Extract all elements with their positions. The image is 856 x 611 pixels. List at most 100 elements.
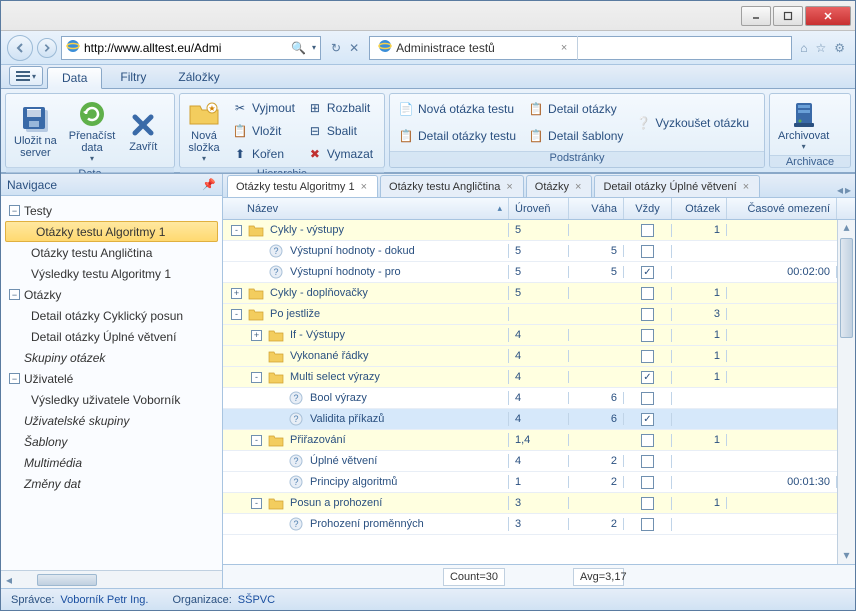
search-icon[interactable]: 🔍	[291, 41, 306, 55]
new-question-button[interactable]: 📄Nová otázka testu	[392, 98, 522, 120]
row-toggle-icon[interactable]: -	[231, 225, 242, 236]
browser-tab[interactable]: Administrace testů ×	[370, 36, 578, 60]
nav-category[interactable]: Šablony	[1, 431, 222, 452]
delete-button[interactable]: ✖Vymazat	[301, 143, 379, 165]
tab-close-icon[interactable]: ×	[559, 42, 569, 54]
tab-close-icon[interactable]: ×	[573, 181, 583, 193]
save-to-server-button[interactable]: Uložit na server	[8, 96, 63, 165]
document-tab[interactable]: Otázky testu Algoritmy 1×	[227, 175, 378, 197]
try-question-button[interactable]: ❔Vyzkoušet otázku	[629, 112, 755, 134]
favorites-icon[interactable]: ☆	[815, 41, 826, 55]
nav-category[interactable]: −Uživatelé	[1, 368, 222, 389]
row-toggle-icon[interactable]: -	[231, 309, 242, 320]
document-tab[interactable]: Otázky×	[526, 175, 593, 197]
tab-filtry[interactable]: Filtry	[106, 66, 160, 88]
col-header-weight[interactable]: Váha	[569, 198, 624, 219]
forward-button[interactable]	[37, 38, 57, 58]
nav-item[interactable]: Výsledky uživatele Voborník	[1, 389, 222, 410]
row-toggle-icon[interactable]: -	[251, 372, 262, 383]
grid-folder-row[interactable]: Vykonané řádky41	[223, 346, 837, 367]
always-checkbox[interactable]	[641, 434, 654, 447]
grid-row[interactable]: ?Prohození proměnných32	[223, 514, 837, 535]
window-minimize-button[interactable]	[741, 6, 771, 26]
grid-folder-row[interactable]: -Přiřazování1,41	[223, 430, 837, 451]
nav-hscrollbar[interactable]: ◂	[1, 570, 222, 588]
status-org-name[interactable]: SŠPVC	[238, 594, 275, 606]
tab-close-icon[interactable]: ×	[504, 181, 514, 193]
nav-item[interactable]: Detail otázky Úplné větvení	[1, 326, 222, 347]
url-box[interactable]: 🔍 ▾	[61, 36, 321, 60]
grid-row[interactable]: ?Výstupní hodnoty - dokud55	[223, 241, 837, 262]
grid-vscrollbar[interactable]: ▴ ▾	[837, 220, 855, 564]
grid-folder-row[interactable]: +Cykly - doplňovačky51	[223, 283, 837, 304]
nav-item[interactable]: Detail otázky Cyklický posun	[1, 305, 222, 326]
nav-category[interactable]: Změny dat	[1, 473, 222, 494]
always-checkbox[interactable]	[641, 497, 654, 510]
always-checkbox[interactable]	[641, 245, 654, 258]
back-button[interactable]	[7, 35, 33, 61]
row-toggle-icon[interactable]: -	[251, 498, 262, 509]
refresh-icon[interactable]: ↻	[331, 41, 341, 55]
nav-category[interactable]: −Otázky	[1, 284, 222, 305]
pin-icon[interactable]: 📌	[202, 178, 216, 191]
always-checkbox[interactable]	[641, 224, 654, 237]
tabs-scroll-right-icon[interactable]: ▸	[845, 183, 851, 197]
grid-row[interactable]: ?Bool výrazy46	[223, 388, 837, 409]
always-checkbox[interactable]: ✓	[641, 266, 654, 279]
nav-item[interactable]: Otázky testu Algoritmy 1	[5, 221, 218, 242]
window-maximize-button[interactable]	[773, 6, 803, 26]
new-folder-button[interactable]: ★ Nová složka ▾	[182, 96, 226, 165]
tree-toggle-icon[interactable]: −	[9, 205, 20, 216]
grid-folder-row[interactable]: -Po jestliže3	[223, 304, 837, 325]
always-checkbox[interactable]	[641, 476, 654, 489]
collapse-button[interactable]: ⊟Sbalit	[301, 120, 379, 142]
always-checkbox[interactable]: ✓	[641, 413, 654, 426]
row-toggle-icon[interactable]: +	[251, 330, 262, 341]
status-admin-name[interactable]: Voborník Petr Ing.	[60, 594, 148, 606]
paste-button[interactable]: 📋Vložit	[226, 120, 301, 142]
grid-folder-row[interactable]: -Cykly - výstupy51	[223, 220, 837, 241]
home-icon[interactable]: ⌂	[800, 41, 807, 55]
settings-icon[interactable]: ⚙	[834, 41, 845, 55]
grid-row[interactable]: ?Validita příkazů46✓	[223, 409, 837, 430]
nav-category[interactable]: Multimédia	[1, 452, 222, 473]
always-checkbox[interactable]	[641, 392, 654, 405]
col-header-name[interactable]: Název▴	[223, 198, 509, 219]
col-header-level[interactable]: Úroveň	[509, 198, 569, 219]
col-header-time[interactable]: Časové omezení	[727, 198, 837, 219]
dropdown-icon[interactable]: ▾	[312, 43, 316, 52]
nav-category[interactable]: Uživatelské skupiny	[1, 410, 222, 431]
archive-button[interactable]: Archivovat ▾	[772, 96, 835, 153]
stop-icon[interactable]: ✕	[349, 41, 359, 55]
nav-category[interactable]: −Testy	[1, 200, 222, 221]
always-checkbox[interactable]	[641, 308, 654, 321]
expand-button[interactable]: ⊞Rozbalit	[301, 97, 379, 119]
detail-question-test-button[interactable]: 📋Detail otázky testu	[392, 125, 522, 147]
close-button[interactable]: Zavřít	[121, 96, 165, 165]
nav-item[interactable]: Otázky testu Angličtina	[1, 242, 222, 263]
reload-data-button[interactable]: Přenačíst data ▾	[63, 96, 121, 165]
grid-folder-row[interactable]: -Posun a prohození31	[223, 493, 837, 514]
document-tab[interactable]: Otázky testu Angličtina×	[380, 175, 524, 197]
root-button[interactable]: ⬆Kořen	[226, 143, 301, 165]
always-checkbox[interactable]	[641, 287, 654, 300]
grid-row[interactable]: ?Úplné větvení42	[223, 451, 837, 472]
url-input[interactable]	[84, 38, 287, 58]
compact-menu-button[interactable]: ▾	[9, 66, 43, 86]
grid-folder-row[interactable]: -Multi select výrazy4✓1	[223, 367, 837, 388]
grid-row[interactable]: ?Principy algoritmů1200:01:30	[223, 472, 837, 493]
detail-question-button[interactable]: 📋Detail otázky	[522, 98, 629, 120]
tab-zalozky[interactable]: Záložky	[164, 66, 233, 88]
grid-folder-row[interactable]: +If - Výstupy41	[223, 325, 837, 346]
tabs-scroll-left-icon[interactable]: ◂	[837, 183, 843, 197]
nav-category[interactable]: Skupiny otázek	[1, 347, 222, 368]
row-toggle-icon[interactable]: -	[251, 435, 262, 446]
detail-template-button[interactable]: 📋Detail šablony	[522, 125, 629, 147]
always-checkbox[interactable]: ✓	[641, 371, 654, 384]
always-checkbox[interactable]	[641, 350, 654, 363]
tree-toggle-icon[interactable]: −	[9, 373, 20, 384]
tab-close-icon[interactable]: ×	[741, 181, 751, 193]
nav-item[interactable]: Výsledky testu Algoritmy 1	[1, 263, 222, 284]
tree-toggle-icon[interactable]: −	[9, 289, 20, 300]
cut-button[interactable]: ✂Vyjmout	[226, 97, 301, 119]
